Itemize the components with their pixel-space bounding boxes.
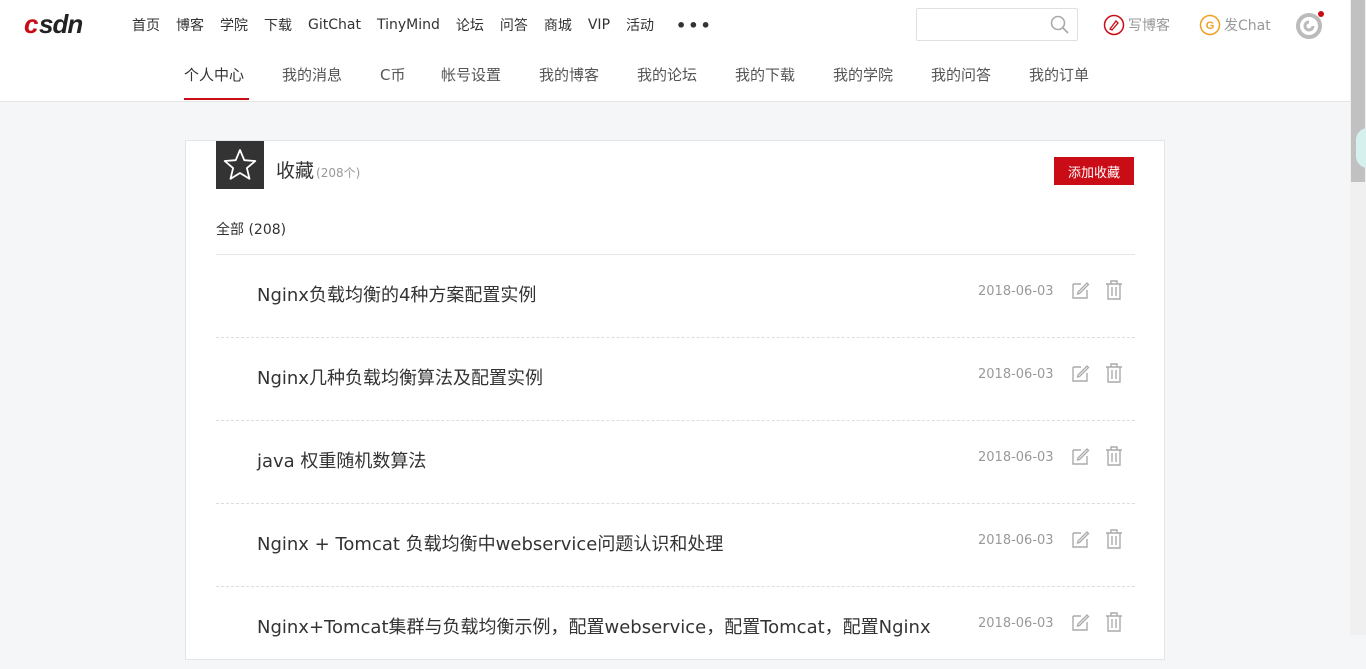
- trash-icon[interactable]: [1104, 362, 1124, 384]
- trash-icon[interactable]: [1104, 611, 1124, 633]
- nav-download[interactable]: 下载: [264, 15, 292, 35]
- tab-my-messages[interactable]: 我的消息: [282, 64, 342, 85]
- write-blog-button[interactable]: 写博客: [1103, 13, 1170, 37]
- list-item: Nginx几种负载均衡算法及配置实例 2018-06-03: [216, 337, 1135, 420]
- edit-icon[interactable]: [1070, 612, 1090, 632]
- csdn-logo[interactable]: c sdn: [24, 10, 110, 38]
- favorites-title: 收藏 (208个): [276, 156, 360, 183]
- edit-icon[interactable]: [1070, 280, 1090, 300]
- more-menu-button[interactable]: •••: [676, 16, 713, 35]
- edit-icon[interactable]: [1070, 529, 1090, 549]
- tab-account-settings[interactable]: 帐号设置: [441, 64, 501, 85]
- trash-icon[interactable]: [1104, 445, 1124, 467]
- nav-blog[interactable]: 博客: [176, 15, 204, 35]
- item-date: 2018-06-03: [978, 533, 1054, 548]
- edit-icon[interactable]: [1070, 446, 1090, 466]
- trash-icon[interactable]: [1104, 528, 1124, 550]
- nav-home[interactable]: 首页: [132, 15, 160, 35]
- list-item: Nginx+Tomcat集群与负载均衡示例，配置webservice，配置Tom…: [216, 586, 1135, 669]
- floating-side-tab[interactable]: [1356, 128, 1366, 168]
- svg-text:sdn: sdn: [39, 10, 82, 38]
- tab-my-orders[interactable]: 我的订单: [1029, 64, 1089, 85]
- item-date: 2018-06-03: [978, 616, 1054, 631]
- search-box: [916, 8, 1078, 41]
- tab-my-forum[interactable]: 我的论坛: [637, 64, 697, 85]
- search-input[interactable]: [917, 9, 1045, 40]
- tab-my-academy[interactable]: 我的学院: [833, 64, 893, 85]
- main-nav: 首页 博客 学院 下载 GitChat TinyMind 论坛 问答 商城 VI…: [124, 0, 721, 50]
- pen-icon: [1103, 14, 1125, 36]
- post-chat-label: 发Chat: [1224, 18, 1271, 34]
- favorites-title-text: 收藏: [276, 160, 315, 182]
- star-icon: [223, 149, 257, 180]
- write-blog-label: 写博客: [1128, 18, 1170, 34]
- nav-tinymind[interactable]: TinyMind: [377, 17, 440, 33]
- favorites-list: Nginx负载均衡的4种方案配置实例 2018-06-03 Nginx几种负载均…: [216, 254, 1135, 669]
- user-avatar-icon[interactable]: [1294, 10, 1326, 40]
- tab-personal-center[interactable]: 个人中心: [184, 64, 244, 85]
- nav-gitchat[interactable]: GitChat: [308, 17, 361, 33]
- trash-icon[interactable]: [1104, 279, 1124, 301]
- tab-c-coin[interactable]: C币: [380, 64, 405, 85]
- list-item: Nginx负载均衡的4种方案配置实例 2018-06-03: [216, 254, 1135, 337]
- edit-icon[interactable]: [1070, 363, 1090, 383]
- top-bar: c sdn 首页 博客 学院 下载 GitChat TinyMind 论坛 问答…: [0, 0, 1350, 50]
- favorites-badge: [216, 141, 264, 189]
- chat-icon: G: [1199, 14, 1221, 36]
- nav-vip[interactable]: VIP: [588, 17, 610, 33]
- item-title-link[interactable]: Nginx+Tomcat集群与负载均衡示例，配置webservice，配置Tom…: [257, 613, 931, 639]
- filter-all[interactable]: 全部 (208): [216, 219, 286, 239]
- nav-qa[interactable]: 问答: [500, 15, 528, 35]
- item-title-link[interactable]: java 权重随机数算法: [257, 447, 426, 473]
- page-scrollbar[interactable]: [1350, 0, 1366, 635]
- tab-my-downloads[interactable]: 我的下载: [735, 64, 795, 85]
- favorites-panel: 收藏 (208个) 添加收藏 全部 (208) Nginx负载均衡的4种方案配置实…: [185, 140, 1165, 660]
- nav-academy[interactable]: 学院: [220, 15, 248, 35]
- list-item: Nginx + Tomcat 负载均衡中webservice问题认识和处理 20…: [216, 503, 1135, 586]
- svg-text:c: c: [24, 10, 39, 38]
- tab-my-blog[interactable]: 我的博客: [539, 64, 599, 85]
- item-date: 2018-06-03: [978, 284, 1054, 299]
- user-center-nav: 个人中心 我的消息 C币 帐号设置 我的博客 我的论坛 我的下载 我的学院 我的…: [0, 50, 1350, 102]
- item-title-link[interactable]: Nginx负载均衡的4种方案配置实例: [257, 281, 536, 307]
- svg-text:G: G: [1206, 20, 1215, 32]
- list-item: java 权重随机数算法 2018-06-03: [216, 420, 1135, 503]
- item-title-link[interactable]: Nginx + Tomcat 负载均衡中webservice问题认识和处理: [257, 530, 723, 556]
- item-date: 2018-06-03: [978, 450, 1054, 465]
- item-date: 2018-06-03: [978, 367, 1054, 382]
- nav-events[interactable]: 活动: [626, 15, 654, 35]
- search-icon[interactable]: [1049, 14, 1071, 36]
- tab-my-qa[interactable]: 我的问答: [931, 64, 991, 85]
- active-tab-indicator: [184, 98, 249, 100]
- nav-mall[interactable]: 商城: [544, 15, 572, 35]
- add-favorite-button[interactable]: 添加收藏: [1054, 157, 1134, 185]
- favorites-count: (208个): [316, 166, 361, 180]
- nav-forum[interactable]: 论坛: [456, 15, 484, 35]
- post-chat-button[interactable]: G 发Chat: [1199, 13, 1271, 37]
- item-title-link[interactable]: Nginx几种负载均衡算法及配置实例: [257, 364, 543, 390]
